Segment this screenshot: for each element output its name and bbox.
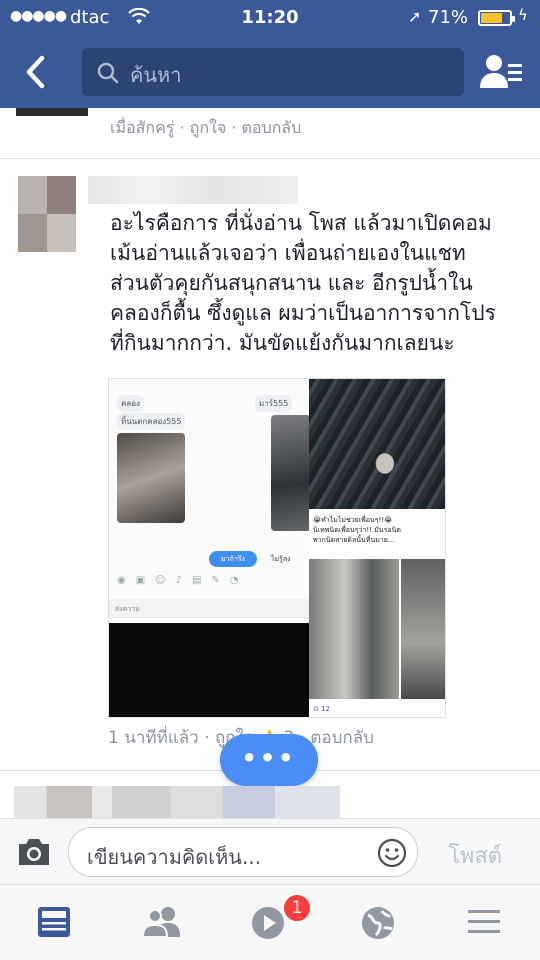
- comment-line: เม้นอ่านแล้วเจอว่า เพื่อนถ่ายเองในแชท: [110, 241, 466, 265]
- typing-dots: •••: [241, 744, 297, 772]
- search-icon: [97, 62, 119, 84]
- typing-indicator-bubble[interactable]: •••: [220, 734, 318, 786]
- comment-attachment-image[interactable]: คลอง ทิ้นนตกคลอง555 มาร์555 มาถ้ารึง ไม่…: [108, 378, 446, 718]
- reply-link[interactable]: ตอบกลับ: [310, 728, 374, 748]
- menu-icon[interactable]: [466, 905, 506, 941]
- previous-comment-meta: เมื่อสักครู่ · ถูกใจ · ตอบกลับ: [110, 118, 302, 137]
- emoji-icon[interactable]: [377, 838, 407, 868]
- caption-line: นิเทพนิดเพื่อนๆว่า!! มันรอนิด: [313, 526, 401, 534]
- commenter-name-blurred[interactable]: [88, 176, 298, 204]
- comment-text: อะไรคือการ ที่นั่งอ่าน โพส แล้วมาเปิดคอม…: [110, 208, 530, 358]
- camera-icon[interactable]: [16, 835, 52, 869]
- chat-bubble: ทิ้นนตกคลอง555: [117, 413, 186, 430]
- caption-line: พากนิดสายดิลนั้นที่นมาย...: [313, 536, 395, 544]
- chat-bubble: มาร์555: [255, 395, 293, 412]
- chat-toolbar: ◉▣☺♪▤✎◔: [117, 575, 249, 586]
- canal-photo: [401, 559, 445, 699]
- battery-icon: [478, 10, 515, 26]
- comment-input[interactable]: เขียนความคิดเห็น...: [68, 827, 418, 877]
- divider: [0, 158, 540, 159]
- search-bar[interactable]: ค้นหา: [82, 48, 464, 96]
- friends-icon[interactable]: [141, 905, 182, 941]
- comment-line: ส่วนตัวคุยกันสนุกสนาน และ อีกรูปน้ำใน: [110, 271, 473, 295]
- chat-photo: [117, 433, 185, 523]
- chat-reply: ไม่รู้ลง: [271, 555, 291, 563]
- photo-captions: 😭ทำไมไม่ช่วยเพื่อนๆ!!😭 นิเทพนิดเพื่อนๆว่…: [309, 509, 445, 559]
- status-bar: ●●●●● dtac 11:20 ➚ 71% ϟ: [0, 0, 540, 36]
- black-frame: [109, 623, 309, 717]
- chat-bubble: คลอง: [117, 395, 144, 412]
- chat-screenshot: คลอง ทิ้นนตกคลอง555 มาร์555 มาถ้ารึง ไม่…: [109, 379, 311, 619]
- notification-badge: 1: [282, 893, 312, 923]
- comment-composer: เขียนความคิดเห็น... โพสต์: [0, 818, 540, 884]
- search-placeholder: ค้นหา: [130, 63, 182, 87]
- next-comment-blurred: [14, 786, 340, 822]
- image-stat: ⊙ 12: [313, 705, 330, 713]
- comment-placeholder: เขียนความคิดเห็น...: [87, 845, 262, 869]
- chevron-left-icon[interactable]: [20, 52, 54, 92]
- comment-line: ที่กินมากกว่า. มันขัดแย้งกันมากเลยนะ: [110, 331, 455, 355]
- tab-bar: 1: [0, 884, 540, 960]
- chat-sent-bubble: มาถ้ารึง: [209, 551, 257, 567]
- commenter-avatar[interactable]: [18, 176, 76, 252]
- battery-percent: 71%: [428, 7, 469, 28]
- friend-requests-icon[interactable]: [478, 52, 524, 92]
- globe-notifications-icon[interactable]: [360, 905, 400, 941]
- post-button[interactable]: โพสต์: [448, 838, 502, 873]
- chat-input-bar: ส่งความ: [109, 599, 309, 619]
- battery-level-fill: [481, 13, 502, 23]
- caption-line: 😭ทำไมไม่ช่วยเพื่อนๆ!!😭: [313, 516, 393, 524]
- news-feed-icon[interactable]: [36, 905, 76, 941]
- charging-bolt-icon: ϟ: [518, 6, 528, 24]
- top-bar: ●●●●● dtac 11:20 ➚ 71% ϟ ค้นหา: [0, 0, 540, 108]
- location-arrow-icon: ➚: [408, 7, 422, 26]
- comment-line: คลองก็ตื้น ซึ้งดูแล ผมว่าเป็นอาการจากโปร: [110, 301, 496, 325]
- chat-photo: [271, 415, 311, 531]
- screen: ●●●●● dtac 11:20 ➚ 71% ϟ ค้นหา เมื่อสักค…: [0, 0, 540, 960]
- canal-photo: [309, 379, 445, 509]
- comment-time: 1 นาทีที่แล้ว: [108, 728, 199, 748]
- previous-comment-avatar: [16, 108, 88, 116]
- comment-line: อะไรคือการ ที่นั่งอ่าน โพส แล้วมาเปิดคอม: [110, 211, 492, 235]
- canal-photo: [309, 559, 399, 699]
